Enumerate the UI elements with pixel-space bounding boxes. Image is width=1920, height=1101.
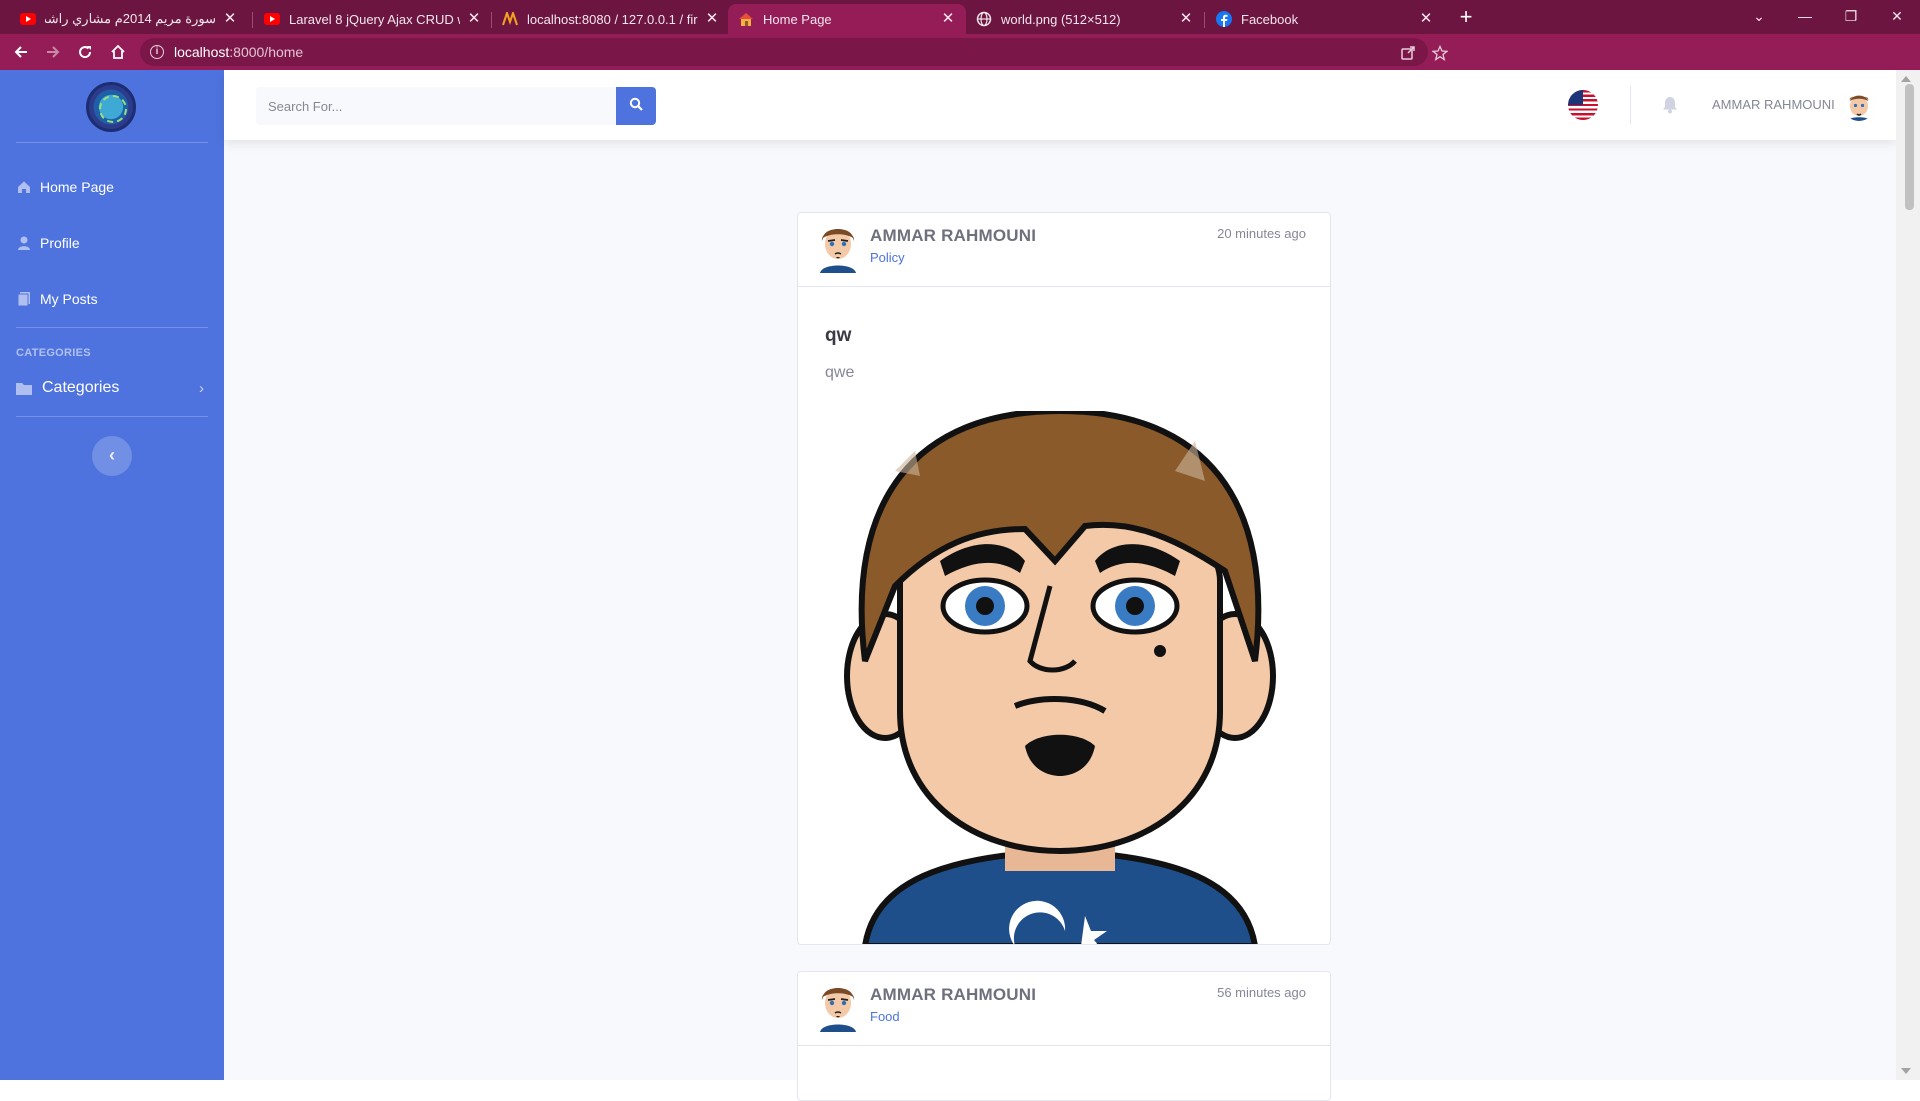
user-name[interactable]: AMMAR RAHMOUNI [1712,97,1835,112]
address-bar[interactable]: i localhost:8000/home [140,38,1449,66]
tab-laravel[interactable]: Laravel 8 jQuery Ajax CRUD with... ✕ [254,4,492,34]
sidebar-item-categories[interactable]: Categories › [16,376,208,400]
sidebar-item-home-page[interactable]: Home Page [16,175,208,199]
post-category-link[interactable]: Policy [870,250,905,265]
tab-facebook[interactable]: Facebook ✕ [1206,4,1444,34]
topbar-divider [1630,86,1631,124]
bookmark-star-icon[interactable] [1431,44,1449,61]
post-card: AMMAR RAHMOUNI Food 56 minutes ago [797,971,1331,1101]
sidebar-item-label: Home Page [40,179,114,195]
forward-icon[interactable] [41,40,65,64]
sidebar: Home Page Profile My Posts CATEGORIES Ca… [0,70,224,1080]
search-button[interactable] [616,87,656,125]
tab-phpmyadmin[interactable]: localhost:8080 / 127.0.0.1 / firstprojec… [492,4,730,34]
facebook-icon [1216,11,1232,27]
author-avatar[interactable] [818,221,858,273]
back-icon[interactable] [9,40,33,64]
tab-title: Home Page [763,11,832,27]
search-icon [629,97,643,116]
sidebar-item-label: Profile [40,235,80,251]
sidebar-divider [16,416,208,417]
home-button-icon[interactable] [106,40,130,64]
post-header: AMMAR RAHMOUNI Policy 20 minutes ago [798,213,1330,287]
tab-title: Laravel 8 jQuery Ajax CRUD with... [289,11,460,27]
minimize-button[interactable]: — [1790,4,1820,28]
post-author[interactable]: AMMAR RAHMOUNI [870,985,1036,1005]
tab-title: Facebook [1241,11,1299,27]
close-tab-icon[interactable]: ✕ [1418,11,1434,27]
close-window-button[interactable]: ✕ [1882,4,1912,28]
folder-icon [16,380,32,396]
sidebar-item-label: My Posts [40,291,98,307]
tab-world-png[interactable]: world.png (512×512) ✕ [966,4,1204,34]
user-icon [16,235,32,251]
post-body: qwe [825,364,855,381]
post-author[interactable]: AMMAR RAHMOUNI [870,226,1036,246]
tab-title: localhost:8080 / 127.0.0.1 / firstprojec… [527,11,698,27]
close-tab-icon[interactable]: ✕ [704,11,720,27]
chevron-right-icon: › [199,379,204,397]
sidebar-toggle-button[interactable]: ‹ [92,436,132,476]
close-tab-icon[interactable]: ✕ [940,11,956,27]
browser-tab-strip: سورة مريم 2014م مشاري راشد العفاسي ✕ Lar… [0,0,1920,34]
home-icon [16,179,32,195]
search-input[interactable] [256,87,616,125]
author-avatar[interactable] [818,980,858,1032]
phpmyadmin-icon [502,11,518,27]
sidebar-divider [16,142,208,143]
sidebar-item-label: Categories [42,379,120,396]
new-tab-button[interactable]: + [1454,6,1478,30]
brand-logo[interactable] [86,82,136,132]
topbar: AMMAR RAHMOUNI [224,70,1896,140]
bell-icon[interactable] [1662,96,1680,114]
browser-toolbar: i localhost:8000/home ⋮ [0,34,1920,95]
sidebar-heading: CATEGORIES [16,347,91,359]
post-header: AMMAR RAHMOUNI Food 56 minutes ago [798,972,1330,1046]
youtube-icon [264,11,280,27]
post-image [825,411,1295,944]
close-tab-icon[interactable]: ✕ [1178,11,1194,27]
site-info-icon[interactable]: i [150,45,164,59]
youtube-icon [20,11,36,27]
tab-title: سورة مريم 2014م مشاري راشد العفاسي [45,11,216,26]
share-icon[interactable] [1400,45,1416,61]
tab-home-page[interactable]: Home Page ✕ [728,4,966,34]
reload-icon[interactable] [73,40,97,64]
post-timestamp: 56 minutes ago [1217,985,1306,1000]
post-card: AMMAR RAHMOUNI Policy 20 minutes ago qw … [797,212,1331,945]
post-timestamp: 20 minutes ago [1217,226,1306,241]
sidebar-divider [16,327,208,328]
user-avatar[interactable] [1843,89,1875,121]
url-text: localhost:8000/home [174,44,304,60]
sidebar-item-my-posts[interactable]: My Posts [16,287,208,311]
page-scrollbar[interactable] [1896,70,1920,1080]
scrollbar-thumb[interactable] [1905,84,1914,210]
close-tab-icon[interactable]: ✕ [222,11,238,27]
post-category-link[interactable]: Food [870,1009,900,1024]
scroll-up-icon[interactable] [1901,76,1911,82]
restore-button[interactable]: ❐ [1836,4,1866,28]
home-icon [738,11,754,27]
main-content: AMMAR RAHMOUNI [224,70,1896,1101]
posts-icon [16,291,32,307]
sidebar-item-profile[interactable]: Profile [16,231,208,255]
globe-icon [976,11,992,27]
us-flag-icon[interactable] [1568,90,1598,120]
scroll-down-icon[interactable] [1901,1068,1911,1074]
tab-search-icon[interactable]: ⌄ [1744,4,1774,28]
tab-title: world.png (512×512) [1001,11,1121,27]
post-title: qw [825,325,852,346]
tab-quran[interactable]: سورة مريم 2014م مشاري راشد العفاسي ✕ [10,4,248,34]
close-tab-icon[interactable]: ✕ [466,11,482,27]
